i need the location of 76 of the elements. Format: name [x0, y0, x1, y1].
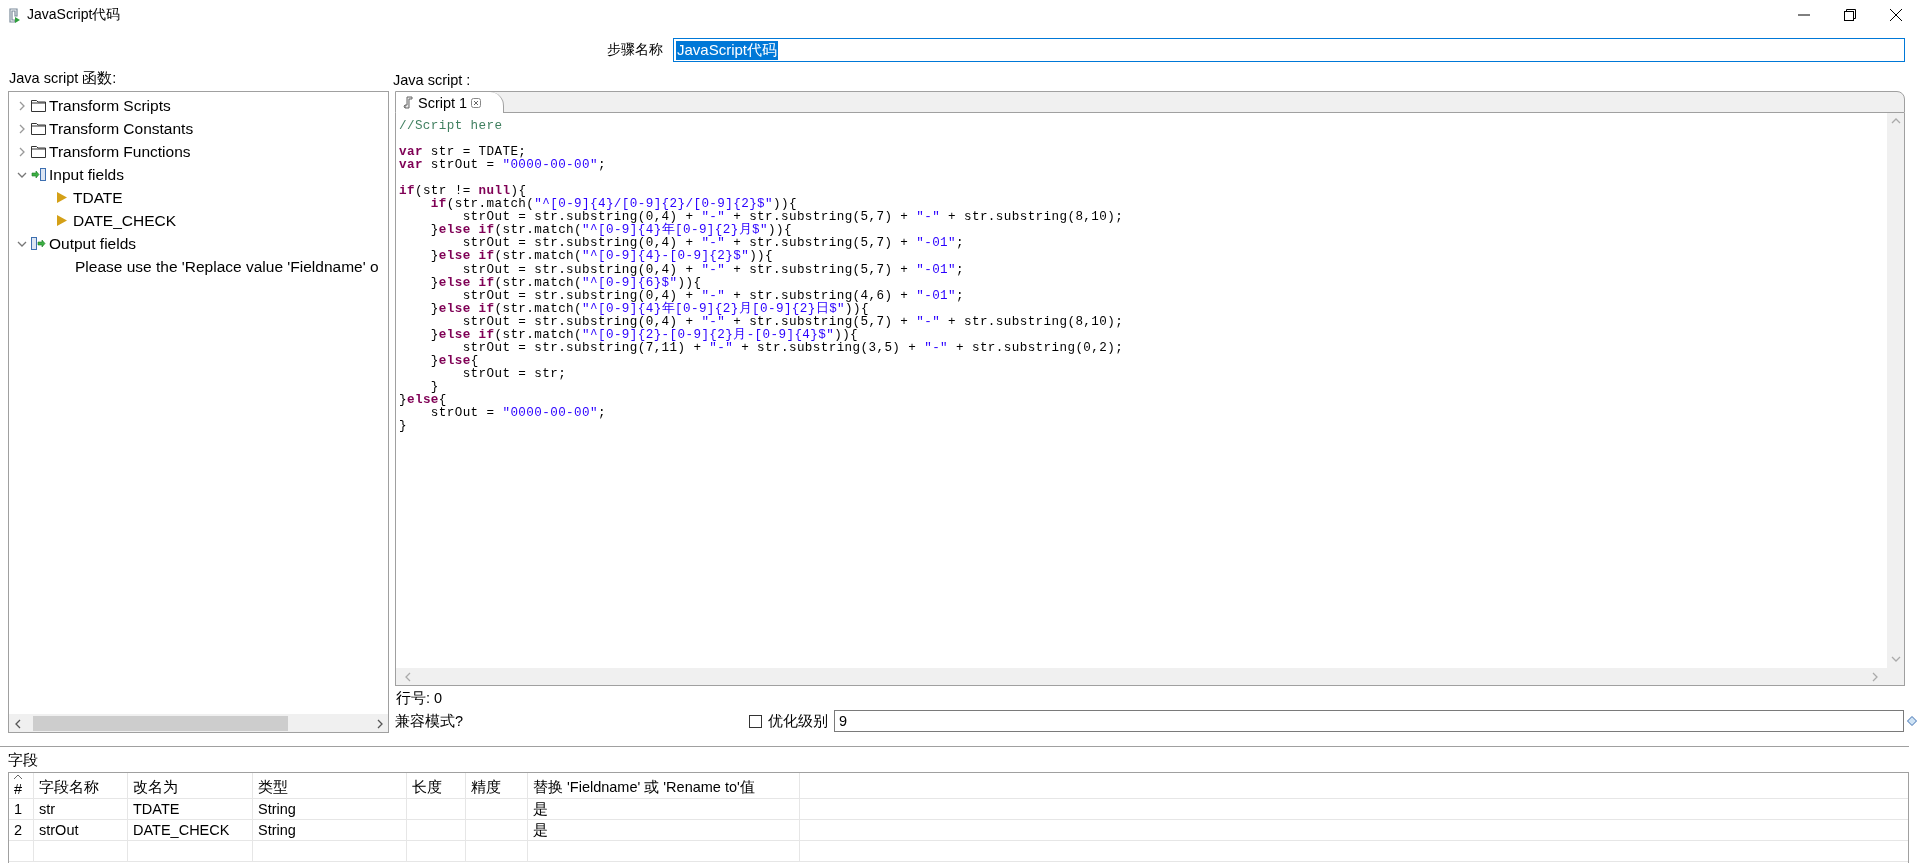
code-line: var strOut = "0000-00-00";: [399, 159, 607, 173]
script-icon: [402, 95, 414, 110]
code-editor[interactable]: [395, 113, 1905, 686]
code-line: strOut = str.substring(0,4) + "-" + str.substring(5,7) + "-01";: [461, 263, 965, 277]
code-line: }: [430, 380, 440, 394]
column-header[interactable]: 长度: [412, 779, 442, 795]
code-line: }else if(str.match("^[0-9]{6}$")){: [429, 276, 703, 290]
tree-item[interactable]: Output fields: [49, 234, 137, 253]
folder-icon: [31, 98, 46, 113]
close-icon: [1890, 9, 1902, 21]
code-line: strOut = str.substring(0,4) + "-" + str.substring(5,7) + "-01";: [462, 237, 965, 251]
tree-item[interactable]: Input fields: [49, 165, 124, 184]
optimize-level-label: 优化级别: [768, 711, 829, 731]
code-line: }else{: [399, 394, 448, 407]
column-header[interactable]: #: [14, 781, 23, 797]
restore-icon: [1844, 9, 1856, 21]
code-line: var str = TDATE;: [399, 146, 527, 160]
script-tab[interactable]: Script 1: [396, 92, 505, 113]
table-cell: 是: [533, 821, 548, 838]
code-line: strOut = str.substring(0,4) + "-" + str.substring(4,6) + "-01";: [461, 289, 965, 303]
triangle-icon: [55, 213, 70, 228]
column-header[interactable]: 替换 'Fieldname' 或 'Rename to'值: [533, 779, 755, 795]
code-line: if(str != null){: [399, 185, 527, 199]
table-cell: String: [258, 801, 296, 817]
step-name-label: 步骤名称: [607, 41, 664, 59]
tree-item[interactable]: Transform Functions: [49, 142, 191, 161]
column-header[interactable]: 改名为: [133, 779, 178, 795]
column-header[interactable]: 精度: [471, 779, 501, 795]
scrollbar-thumb[interactable]: [33, 716, 288, 731]
table-cell: String: [258, 822, 296, 838]
table-cell: str: [39, 801, 56, 817]
diamond-icon: [1907, 716, 1917, 726]
table-cell: TDATE: [133, 801, 180, 817]
code-line: strOut = str;: [461, 367, 568, 381]
window-title: JavaScript代码: [27, 6, 121, 24]
horizontal-scrollbar[interactable]: [9, 714, 388, 732]
compat-mode-label: 兼容模式?: [395, 711, 464, 731]
code-line: if(str.match("^[0-9]{4}/[0-9]{2}/[0-9]{2}$")){: [429, 198, 797, 212]
vertical-scrollbar[interactable]: [1887, 113, 1904, 685]
tree-item[interactable]: Transform Scripts: [49, 96, 171, 115]
code-line: }else if(str.match("^[0-9]{4}年[0-9]{2}月[0-9]{2}日$")){: [429, 302, 869, 316]
table-cell: DATE_CHECK: [133, 822, 230, 838]
code-line: }else if(str.match("^[0-9]{4}-[0-9]{2}$")){: [429, 250, 774, 264]
panel-label: Java script 函数:: [8, 69, 118, 88]
panel-label: Java script :: [393, 72, 471, 88]
column-header[interactable]: 类型: [258, 779, 288, 795]
triangle-icon: [55, 190, 70, 205]
code-line: strOut = str.substring(0,4) + "-" + str.substring(5,7) + "-" + str.substring(8,10);: [461, 315, 1125, 329]
line-number-label: 行号: 0: [396, 689, 443, 708]
tree-item[interactable]: TDATE: [73, 188, 123, 207]
hint-text: Please use the 'Replace value 'Fieldname' o: [75, 257, 379, 276]
table-cell: strOut: [39, 822, 79, 838]
tree-item[interactable]: DATE_CHECK: [73, 211, 177, 230]
checkbox[interactable]: [749, 714, 763, 728]
horizontal-scrollbar[interactable]: [396, 668, 1887, 685]
folder-icon: [31, 144, 46, 159]
code-line: //Script here: [399, 120, 504, 134]
step-name-field[interactable]: JavaScript代码: [673, 38, 1905, 62]
table-cell: 是: [533, 800, 548, 817]
tree-item[interactable]: Transform Constants: [49, 119, 194, 138]
section-label: 字段: [8, 752, 38, 768]
code-line: }else if(str.match("^[0-9]{2}-[0-9]{2}月-[0-9]{4}$")){: [429, 328, 859, 342]
optimize-level-field[interactable]: 9: [834, 710, 1904, 732]
input-arrow-icon: [31, 167, 46, 182]
folder-icon: [31, 121, 46, 136]
close-icon: [471, 97, 482, 108]
code-line: strOut = "0000-00-00";: [429, 407, 607, 421]
code-line: strOut = str.substring(7,11) + "-" + str.substring(3,5) + "-" + str.substring(0,2);: [461, 341, 1125, 355]
code-line: }: [399, 420, 408, 434]
output-arrow-icon: [31, 236, 46, 251]
row-number: 2: [14, 822, 23, 838]
code-line: }else if(str.match("^[0-9]{4}年[0-9]{2}月$")){: [429, 224, 792, 238]
app-icon: [6, 6, 21, 24]
row-number: 1: [14, 801, 23, 817]
code-line: }else{: [429, 354, 480, 368]
column-header[interactable]: 字段名称: [39, 779, 99, 795]
